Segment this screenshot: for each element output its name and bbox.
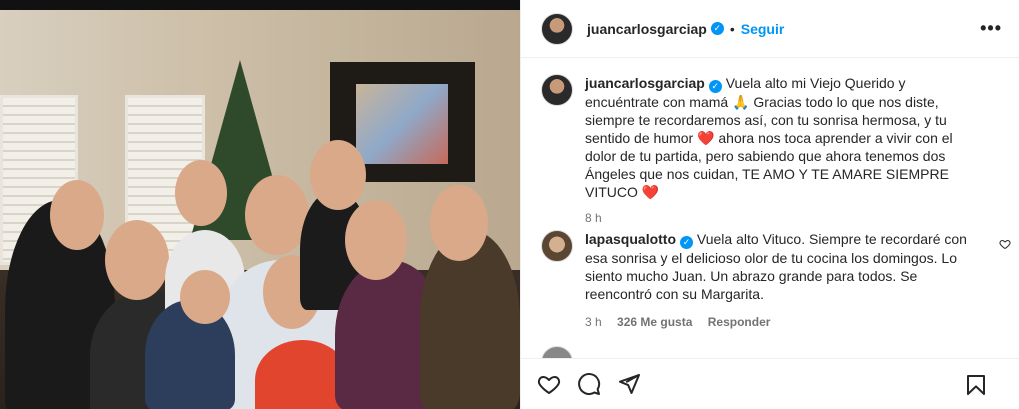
caption-avatar[interactable]	[541, 74, 573, 106]
header-separator: •	[729, 20, 735, 37]
more-options-icon[interactable]: •••	[980, 18, 1002, 39]
post-header: juancarlosgarciap ✓ • Seguir •••	[521, 0, 1019, 58]
heart-icon[interactable]	[537, 372, 561, 396]
photo-face	[180, 270, 230, 324]
comment-like-icon[interactable]	[999, 238, 1011, 253]
photo-face	[105, 220, 169, 300]
caption-time[interactable]: 8 h	[585, 211, 602, 225]
follow-button[interactable]: Seguir	[741, 21, 785, 37]
share-icon[interactable]	[617, 372, 641, 396]
verified-badge-icon: ✓	[710, 22, 724, 35]
verified-badge-icon: ✓	[680, 236, 694, 249]
post-actions-bar	[521, 358, 1019, 409]
verified-badge-icon: ✓	[708, 80, 722, 93]
comment-time[interactable]: 3 h	[585, 315, 602, 329]
photo-top-edge	[0, 0, 520, 10]
comment-username[interactable]: lapasqualotto	[585, 231, 676, 247]
caption: juancarlosgarciap ✓ Vuela alto mi Viejo Q…	[541, 74, 981, 227]
comment-likes[interactable]: 326 Me gusta	[617, 315, 692, 329]
photo-face	[430, 185, 488, 261]
reply-button[interactable]: Responder	[708, 315, 771, 329]
bookmark-icon[interactable]	[964, 373, 988, 397]
caption-username[interactable]: juancarlosgarciap	[585, 75, 705, 91]
caption-text: Vuela alto mi Viejo Querido y encuéntrat…	[585, 75, 953, 200]
photo-face	[50, 180, 104, 250]
comment-avatar[interactable]	[541, 346, 573, 358]
post-side-panel: juancarlosgarciap ✓ • Seguir ••• juancar…	[520, 0, 1019, 409]
comments-list[interactable]: juancarlosgarciap ✓ Vuela alto mi Viejo Q…	[521, 58, 1019, 358]
photo-face	[310, 140, 366, 210]
photo-face	[345, 200, 407, 280]
comment-item: lapasqualotto ✓ Vuela alto Vituco. Siempr…	[541, 230, 1011, 331]
photo-face	[175, 160, 227, 226]
comment-icon[interactable]	[577, 372, 601, 396]
author-username[interactable]: juancarlosgarciap	[587, 21, 707, 37]
comment-avatar[interactable]	[541, 230, 573, 262]
author-avatar[interactable]	[541, 12, 573, 45]
post-photo[interactable]	[0, 0, 520, 409]
